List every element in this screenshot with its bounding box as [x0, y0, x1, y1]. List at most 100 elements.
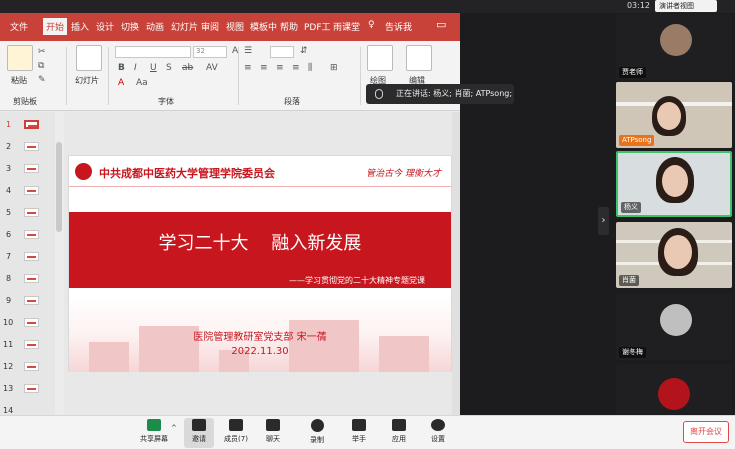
tab-view[interactable]: 视图	[226, 20, 244, 33]
edit-search-icon[interactable]	[406, 45, 432, 71]
strikethrough-icon[interactable]: ab	[182, 63, 193, 73]
slide-number: 3	[6, 164, 12, 173]
divider	[108, 47, 109, 105]
tab-home[interactable]: 开始	[43, 18, 68, 35]
comment-icon[interactable]: ▭	[436, 18, 446, 31]
settings-label: 设置	[431, 435, 445, 443]
slide-title: 学习二十大 融入新发展	[158, 233, 362, 254]
raise-hand-button[interactable]: 举手	[344, 418, 374, 448]
clear-format-icon[interactable]: Aa	[136, 78, 148, 88]
divider	[66, 47, 67, 105]
title-banner: 学习二十大 融入新发展 ——学习贯彻党的二十大精神专题党课	[69, 212, 451, 288]
tab-design[interactable]: 设计	[96, 20, 114, 33]
participant-name: ATPsong	[619, 135, 655, 146]
tab-review[interactable]: 审阅	[201, 20, 219, 33]
tab-file[interactable]: 文件	[10, 20, 28, 33]
share-screen-button[interactable]: 共享屏幕	[135, 418, 173, 448]
record-button[interactable]: 录制	[302, 418, 332, 448]
tab-templates[interactable]: 模板中	[250, 20, 277, 33]
participant-tile[interactable]: 贾老师	[616, 14, 732, 80]
font-name-box[interactable]	[115, 46, 191, 58]
align-right-icon[interactable]: ≡	[276, 63, 284, 73]
slide-number: 7	[6, 252, 12, 261]
members-icon	[229, 419, 243, 431]
slide-thumbnail[interactable]	[24, 340, 39, 349]
tab-rain-classroom[interactable]: 雨课堂	[333, 20, 360, 33]
bold-icon[interactable]: B	[118, 63, 125, 73]
underline-icon[interactable]: U	[150, 63, 157, 73]
bullets-icon[interactable]: ☰	[244, 46, 252, 56]
participant-tile[interactable]: 肖菌	[616, 222, 732, 288]
new-slide-icon[interactable]	[76, 45, 102, 71]
slide-subtitle: ——学习贯彻党的二十大精神专题党课	[289, 276, 425, 285]
tab-help[interactable]: 帮助	[280, 20, 298, 33]
slide-thumbnail[interactable]	[24, 252, 39, 261]
thumbnail-scrollbar[interactable]	[55, 112, 64, 415]
slide-org-name: 中共成都中医药大学管理学院委员会	[99, 167, 275, 180]
font-size-box[interactable]: 32	[193, 46, 227, 58]
slide-thumbnail[interactable]	[24, 230, 39, 239]
slide-thumbnail[interactable]	[24, 362, 39, 371]
slide-thumbnail[interactable]	[24, 318, 39, 327]
scrollbar-thumb[interactable]	[56, 142, 62, 232]
slide-scrollbar[interactable]	[452, 112, 460, 415]
slide-thumbnail[interactable]	[24, 186, 39, 195]
apps-button[interactable]: 应用	[384, 418, 414, 448]
collapse-panel-button[interactable]: ›	[598, 207, 609, 235]
align-center-icon[interactable]: ≡	[260, 63, 268, 73]
invite-button[interactable]: 邀请	[184, 418, 214, 448]
tab-slideshow[interactable]: 幻灯片	[171, 20, 198, 33]
format-painter-icon[interactable]: ✎	[38, 75, 46, 85]
italic-icon[interactable]: I	[134, 63, 137, 73]
settings-button[interactable]: 设置	[423, 418, 453, 448]
slide-number: 8	[6, 274, 12, 283]
columns-icon[interactable]: ⫼	[308, 63, 312, 73]
apps-icon	[392, 419, 406, 431]
avatar	[660, 304, 692, 336]
participant-name: 谢冬梅	[619, 347, 646, 358]
copy-icon[interactable]: ⧉	[38, 61, 44, 71]
slide-thumbnail[interactable]	[24, 274, 39, 283]
line-spacing-box[interactable]	[270, 46, 294, 58]
chevron-up-icon[interactable]: ^	[171, 424, 177, 432]
align-left-icon[interactable]: ≡	[244, 63, 252, 73]
participant-tile[interactable]	[616, 364, 732, 414]
tab-pdf[interactable]: PDF工	[304, 20, 331, 33]
slide-number: 1	[6, 120, 12, 129]
microphone-icon	[375, 89, 383, 99]
slide-thumbnail[interactable]	[24, 208, 39, 217]
draw-icon[interactable]	[367, 45, 393, 71]
justify-icon[interactable]: ≡	[292, 63, 300, 73]
cut-icon[interactable]: ✂	[38, 47, 46, 57]
tab-animations[interactable]: 动画	[146, 20, 164, 33]
slide-thumbnail[interactable]	[24, 384, 39, 393]
slide-thumbnail[interactable]	[24, 142, 39, 151]
members-button[interactable]: 成员(7)	[221, 418, 251, 448]
meeting-toolbar: 共享屏幕 ^ 邀请 成员(7) 聊天 录制 举手 应用 设置 离开会议	[0, 415, 735, 449]
tell-me-search[interactable]: 告诉我	[385, 20, 412, 33]
shadow-icon[interactable]: S	[166, 63, 172, 73]
font-color-icon[interactable]: A	[118, 78, 124, 88]
slide-thumbnails-pane: 1 2 3 4 5 6 7 8 9 10 11 12 13 14	[0, 112, 58, 415]
smartart-icon[interactable]: ⊞	[330, 63, 338, 73]
chat-button[interactable]: 聊天	[258, 418, 288, 448]
avatar	[660, 24, 692, 56]
leave-meeting-button[interactable]: 离开会议	[683, 421, 729, 443]
tab-insert[interactable]: 插入	[71, 20, 89, 33]
slide-number: 5	[6, 208, 12, 217]
paste-icon[interactable]	[7, 45, 33, 71]
invite-icon	[192, 419, 206, 431]
speaker-view-button[interactable]: 演讲者视图	[655, 0, 717, 12]
text-direction-icon[interactable]: ⇵	[300, 46, 308, 56]
char-spacing-icon[interactable]: AV	[206, 63, 218, 73]
slide-department: 医院管理教研室党支部 宋一蒨	[193, 332, 327, 343]
participant-tile[interactable]: ATPsong	[616, 82, 732, 148]
participant-tile-active[interactable]: 杨义	[616, 151, 732, 217]
current-slide: 中共成都中医药大学管理学院委员会 管治古今 理衡大才 学习二十大 融入新发展 —…	[68, 155, 452, 372]
slide-thumbnail[interactable]	[24, 120, 39, 129]
participant-tile[interactable]: 谢冬梅	[616, 294, 732, 360]
tab-transitions[interactable]: 切换	[121, 20, 139, 33]
slide-thumbnail[interactable]	[24, 296, 39, 305]
slide-number: 11	[3, 340, 14, 349]
slide-thumbnail[interactable]	[24, 164, 39, 173]
